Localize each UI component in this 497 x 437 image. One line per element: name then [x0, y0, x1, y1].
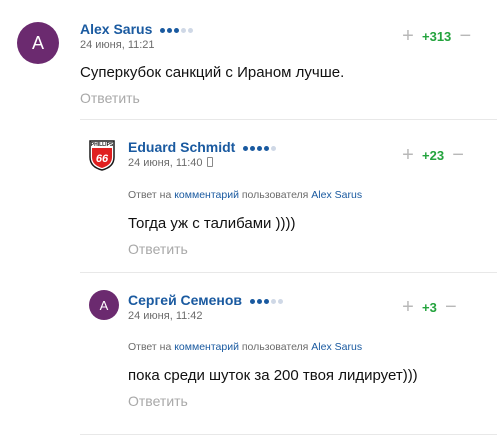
score: +3	[422, 299, 437, 315]
reply-to-mid: пользователя	[241, 341, 309, 353]
reply-to-prefix: Ответ на	[128, 341, 172, 353]
reply-button[interactable]: Ответить	[80, 90, 140, 106]
reply-to-mid: пользователя	[241, 189, 309, 201]
downvote-icon[interactable]: −	[443, 297, 459, 317]
reply-to-prefix: Ответ на	[128, 189, 172, 201]
avatar[interactable]: A	[89, 290, 119, 320]
username-line: Eduard Schmidt	[128, 139, 277, 155]
divider	[80, 434, 497, 435]
phillips-66-logo[interactable]: PHILLIPS 66	[88, 137, 116, 171]
downvote-icon[interactable]: −	[450, 145, 466, 165]
comment-date: 24 июня, 11:40	[128, 157, 203, 169]
username[interactable]: Eduard Schmidt	[128, 139, 235, 155]
reply-to-user-link[interactable]: Alex Sarus	[311, 341, 362, 353]
username[interactable]: Alex Sarus	[80, 21, 152, 37]
comment-date: 24 июня, 11:42	[128, 310, 203, 322]
logo-number: 66	[96, 153, 109, 165]
comment-date-line: 24 июня, 11:40	[128, 157, 213, 169]
reply-button[interactable]: Ответить	[128, 393, 188, 409]
comment-text: пока среди шуток за 200 твоя лидирует)))	[128, 367, 418, 384]
reply-to-comment-link[interactable]: комментарий	[174, 189, 239, 201]
username[interactable]: Сергей Семенов	[128, 292, 242, 308]
score: +313	[422, 28, 452, 44]
avatar-letter: A	[31, 32, 44, 53]
comment-text: Суперкубок санкций с Ираном лучше.	[80, 64, 345, 81]
vote-widget: + +3 −	[400, 297, 459, 317]
avatar[interactable]: A	[17, 22, 59, 64]
comment-text: Тогда уж с талибами ))))	[128, 215, 296, 232]
rating-dots	[160, 27, 194, 33]
divider	[80, 272, 497, 273]
downvote-icon[interactable]: −	[457, 26, 473, 46]
reply-button[interactable]: Ответить	[128, 241, 188, 257]
reply-to-user-link[interactable]: Alex Sarus	[311, 189, 362, 201]
logo-top-text: PHILLIPS	[91, 142, 114, 148]
divider	[80, 119, 497, 120]
rating-dots	[249, 298, 283, 304]
comment-date: 24 июня, 11:21	[80, 39, 155, 51]
avatar-letter: A	[99, 297, 109, 313]
reply-to-info: Ответ на комментарий пользователя Alex S…	[128, 341, 362, 353]
rating-dots	[243, 145, 277, 151]
upvote-icon[interactable]: +	[400, 297, 416, 317]
upvote-icon[interactable]: +	[400, 26, 416, 46]
upvote-icon[interactable]: +	[400, 145, 416, 165]
username-line: Сергей Семенов	[128, 292, 283, 308]
score: +23	[422, 147, 445, 163]
reply-to-info: Ответ на комментарий пользователя Alex S…	[128, 189, 362, 201]
reply-to-comment-link[interactable]: комментарий	[174, 341, 239, 353]
vote-widget: + +23 −	[400, 145, 466, 165]
username-line: Alex Sarus	[80, 21, 194, 37]
mobile-phone-icon	[206, 157, 213, 167]
vote-widget: + +313 −	[400, 26, 473, 46]
